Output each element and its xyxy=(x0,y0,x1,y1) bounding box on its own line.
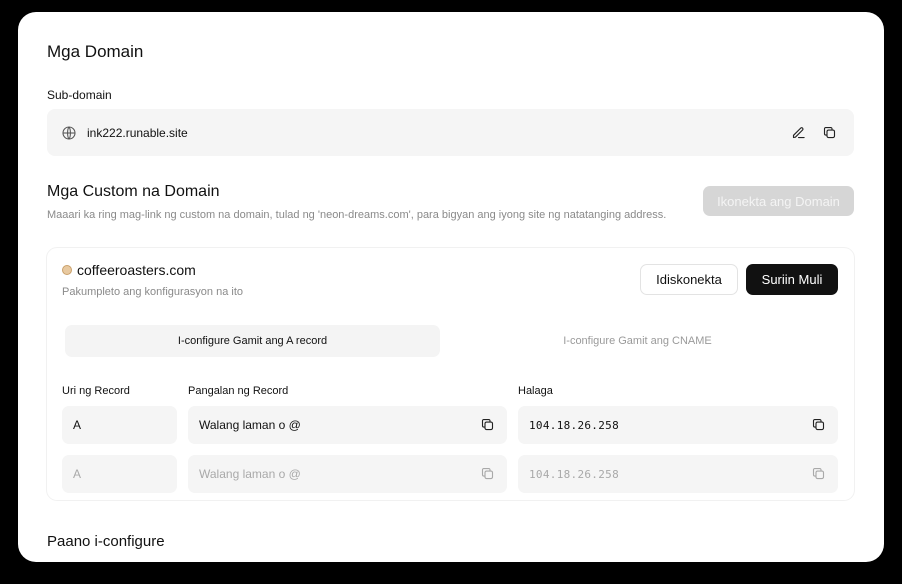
record-value-field: 104.18.26.258 xyxy=(518,455,838,493)
record-type-value: A xyxy=(73,418,82,432)
copy-icon xyxy=(481,467,494,480)
copy-subdomain-button[interactable] xyxy=(818,122,840,144)
record-value-value: 104.18.26.258 xyxy=(529,418,619,432)
copy-icon xyxy=(812,418,825,431)
copy-icon xyxy=(812,467,825,480)
record-type-field: A xyxy=(62,406,177,444)
custom-domains-description: Maaari ka ring mag-link ng custom na dom… xyxy=(47,209,667,221)
copy-record-name-button[interactable] xyxy=(480,466,496,482)
domain-name: coffeeroasters.com xyxy=(77,262,196,278)
copy-icon xyxy=(481,418,494,431)
record-name-field: Walang laman o @ xyxy=(188,455,507,493)
tab-cname[interactable]: I-configure Gamit ang CNAME xyxy=(450,325,825,357)
domains-card: Mga Domain Sub-domain ink222.runable.sit… xyxy=(18,12,884,562)
globe-icon xyxy=(61,125,77,141)
edit-subdomain-button[interactable] xyxy=(787,122,809,144)
domain-header: coffeeroasters.com xyxy=(62,262,196,278)
record-value-field: 104.18.26.258 xyxy=(518,406,838,444)
copy-record-value-button[interactable] xyxy=(811,417,827,433)
record-name-value: Walang laman o @ xyxy=(199,418,301,432)
pending-status-icon xyxy=(62,265,72,275)
record-name-field: Walang laman o @ xyxy=(188,406,507,444)
copy-record-name-button[interactable] xyxy=(480,417,496,433)
howto-title: Paano i-configure xyxy=(47,533,165,550)
pencil-icon xyxy=(792,127,805,139)
connect-domain-button[interactable]: Ikonekta ang Domain xyxy=(703,186,854,216)
custom-domains-title: Mga Custom na Domain xyxy=(47,183,220,200)
subdomain-field: ink222.runable.site xyxy=(47,109,854,156)
recheck-button[interactable]: Suriin Muli xyxy=(746,264,838,295)
disconnect-button[interactable]: Idiskonekta xyxy=(640,264,738,295)
record-type-field: A xyxy=(62,455,177,493)
copy-record-value-button[interactable] xyxy=(811,466,827,482)
column-record-name: Pangalan ng Record xyxy=(188,385,289,397)
subdomain-url: ink222.runable.site xyxy=(87,125,188,140)
tab-a-record[interactable]: I-configure Gamit ang A record xyxy=(65,325,440,357)
column-record-value: Halaga xyxy=(518,385,553,397)
column-record-type: Uri ng Record xyxy=(62,385,130,397)
record-name-value: Walang laman o @ xyxy=(199,467,301,481)
record-value-value: 104.18.26.258 xyxy=(529,467,619,481)
record-type-value: A xyxy=(73,467,82,481)
subdomain-label: Sub-domain xyxy=(47,88,112,102)
domain-status-text: Pakumpleto ang konfigurasyon na ito xyxy=(62,286,244,298)
copy-icon xyxy=(823,126,835,139)
custom-domain-panel: coffeeroasters.com Pakumpleto ang konfig… xyxy=(47,248,854,500)
page-title: Mga Domain xyxy=(47,42,144,61)
